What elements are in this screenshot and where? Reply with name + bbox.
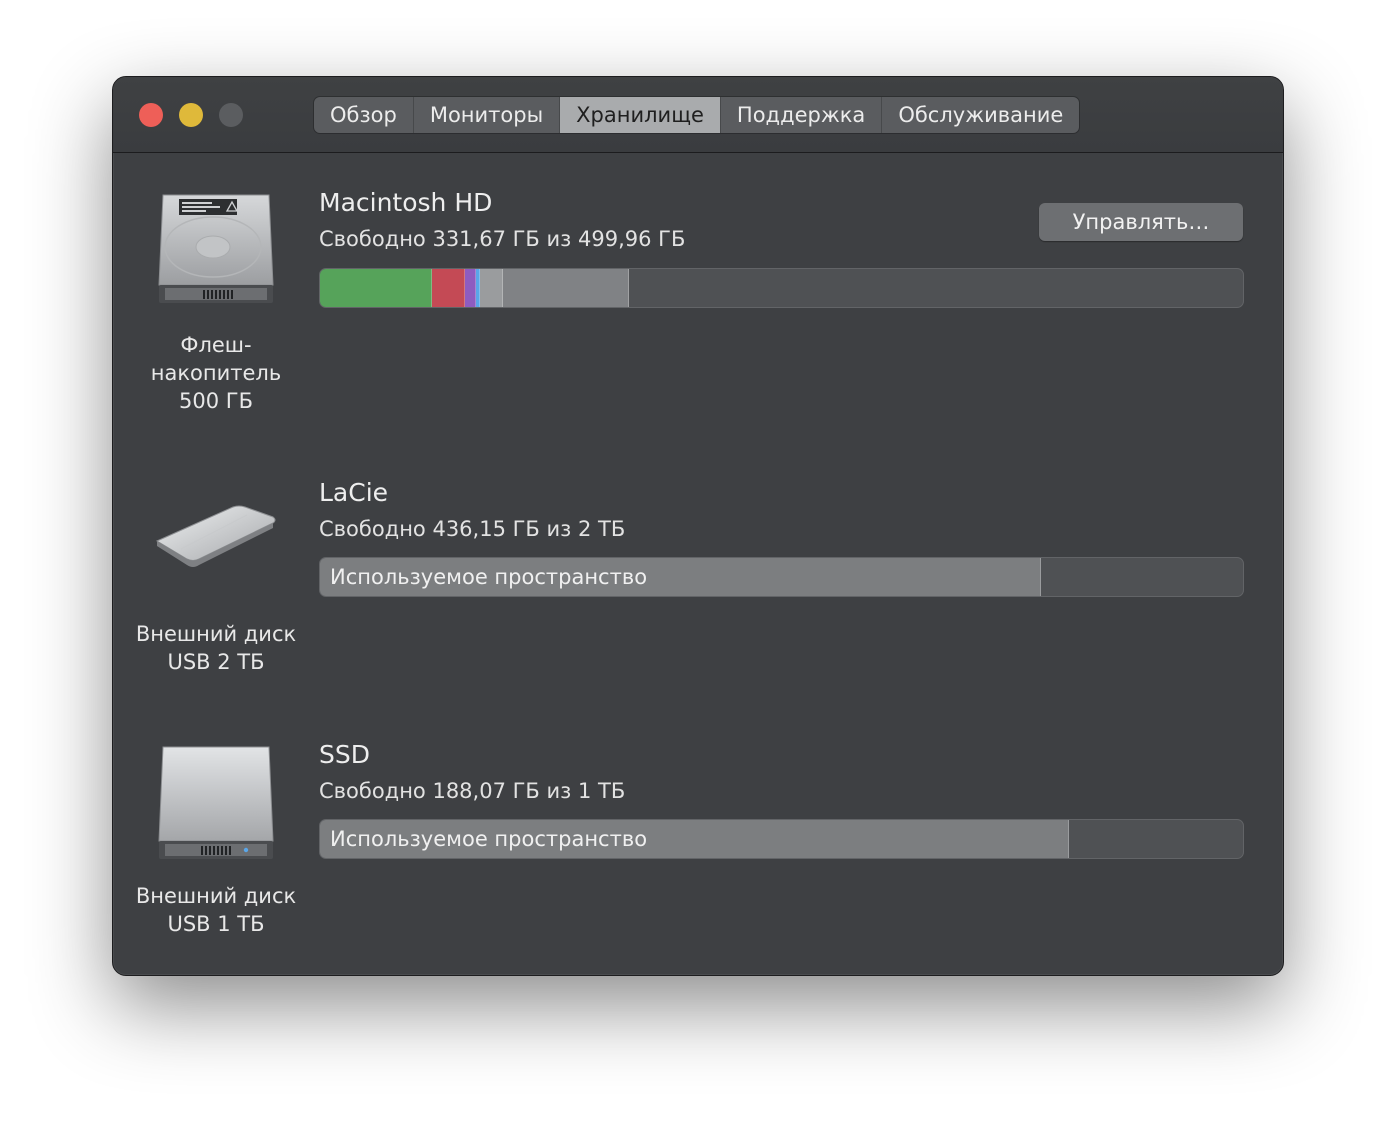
tab-bar: Обзор Мониторы Хранилище Поддержка Обслу…: [314, 97, 1080, 133]
used-space-label-ssd: Используемое пространство: [330, 827, 648, 851]
titlebar: Обзор Мониторы Хранилище Поддержка Обслу…: [113, 77, 1283, 153]
storage-segment-apps: [320, 269, 432, 307]
volume-name-macintosh-hd: Macintosh HD: [319, 188, 493, 217]
storage-segment-photos: [464, 269, 476, 307]
close-window-icon[interactable]: [139, 103, 163, 127]
disk-label-lacie: Внешний диск USB 2 ТБ: [135, 622, 297, 674]
portable-drive-icon: [151, 497, 281, 591]
storage-segment-other: [479, 269, 503, 307]
storage-segment-documents: [431, 269, 465, 307]
zoom-window-icon[interactable]: [219, 103, 243, 127]
tab-service[interactable]: Обслуживание: [882, 97, 1079, 133]
storage-window: Обзор Мониторы Хранилище Поддержка Обслу…: [112, 76, 1284, 976]
volume-name-ssd: SSD: [319, 740, 370, 769]
tab-support[interactable]: Поддержка: [721, 97, 883, 133]
volume-free-macintosh-hd: Свободно 331,67 ГБ из 499,96 ГБ: [319, 227, 686, 251]
storage-segment-system: [502, 269, 630, 307]
storage-bar-macintosh-hd: [319, 268, 1244, 308]
disk-label-ssd: Внешний диск USB 1 ТБ: [135, 884, 297, 936]
storage-bar-lacie: Используемое пространство: [319, 557, 1244, 597]
disk-label-macintosh-hd: Флеш-накопитель 500 ГБ: [150, 333, 282, 413]
external-drive-icon: [151, 743, 281, 871]
tab-overview[interactable]: Обзор: [314, 97, 414, 133]
used-space-label-lacie: Используемое пространство: [330, 565, 648, 589]
storage-bar-ssd: Используемое пространство: [319, 819, 1244, 859]
volume-name-lacie: LaCie: [319, 478, 389, 507]
minimize-window-icon[interactable]: [179, 103, 203, 127]
internal-drive-icon: [151, 189, 281, 313]
volume-free-ssd: Свободно 188,07 ГБ из 1 ТБ: [319, 779, 626, 803]
manage-button[interactable]: Управлять…: [1039, 203, 1243, 241]
volume-free-lacie: Свободно 436,15 ГБ из 2 ТБ: [319, 517, 626, 541]
tab-displays[interactable]: Мониторы: [414, 97, 561, 133]
tab-storage[interactable]: Хранилище: [560, 97, 721, 133]
